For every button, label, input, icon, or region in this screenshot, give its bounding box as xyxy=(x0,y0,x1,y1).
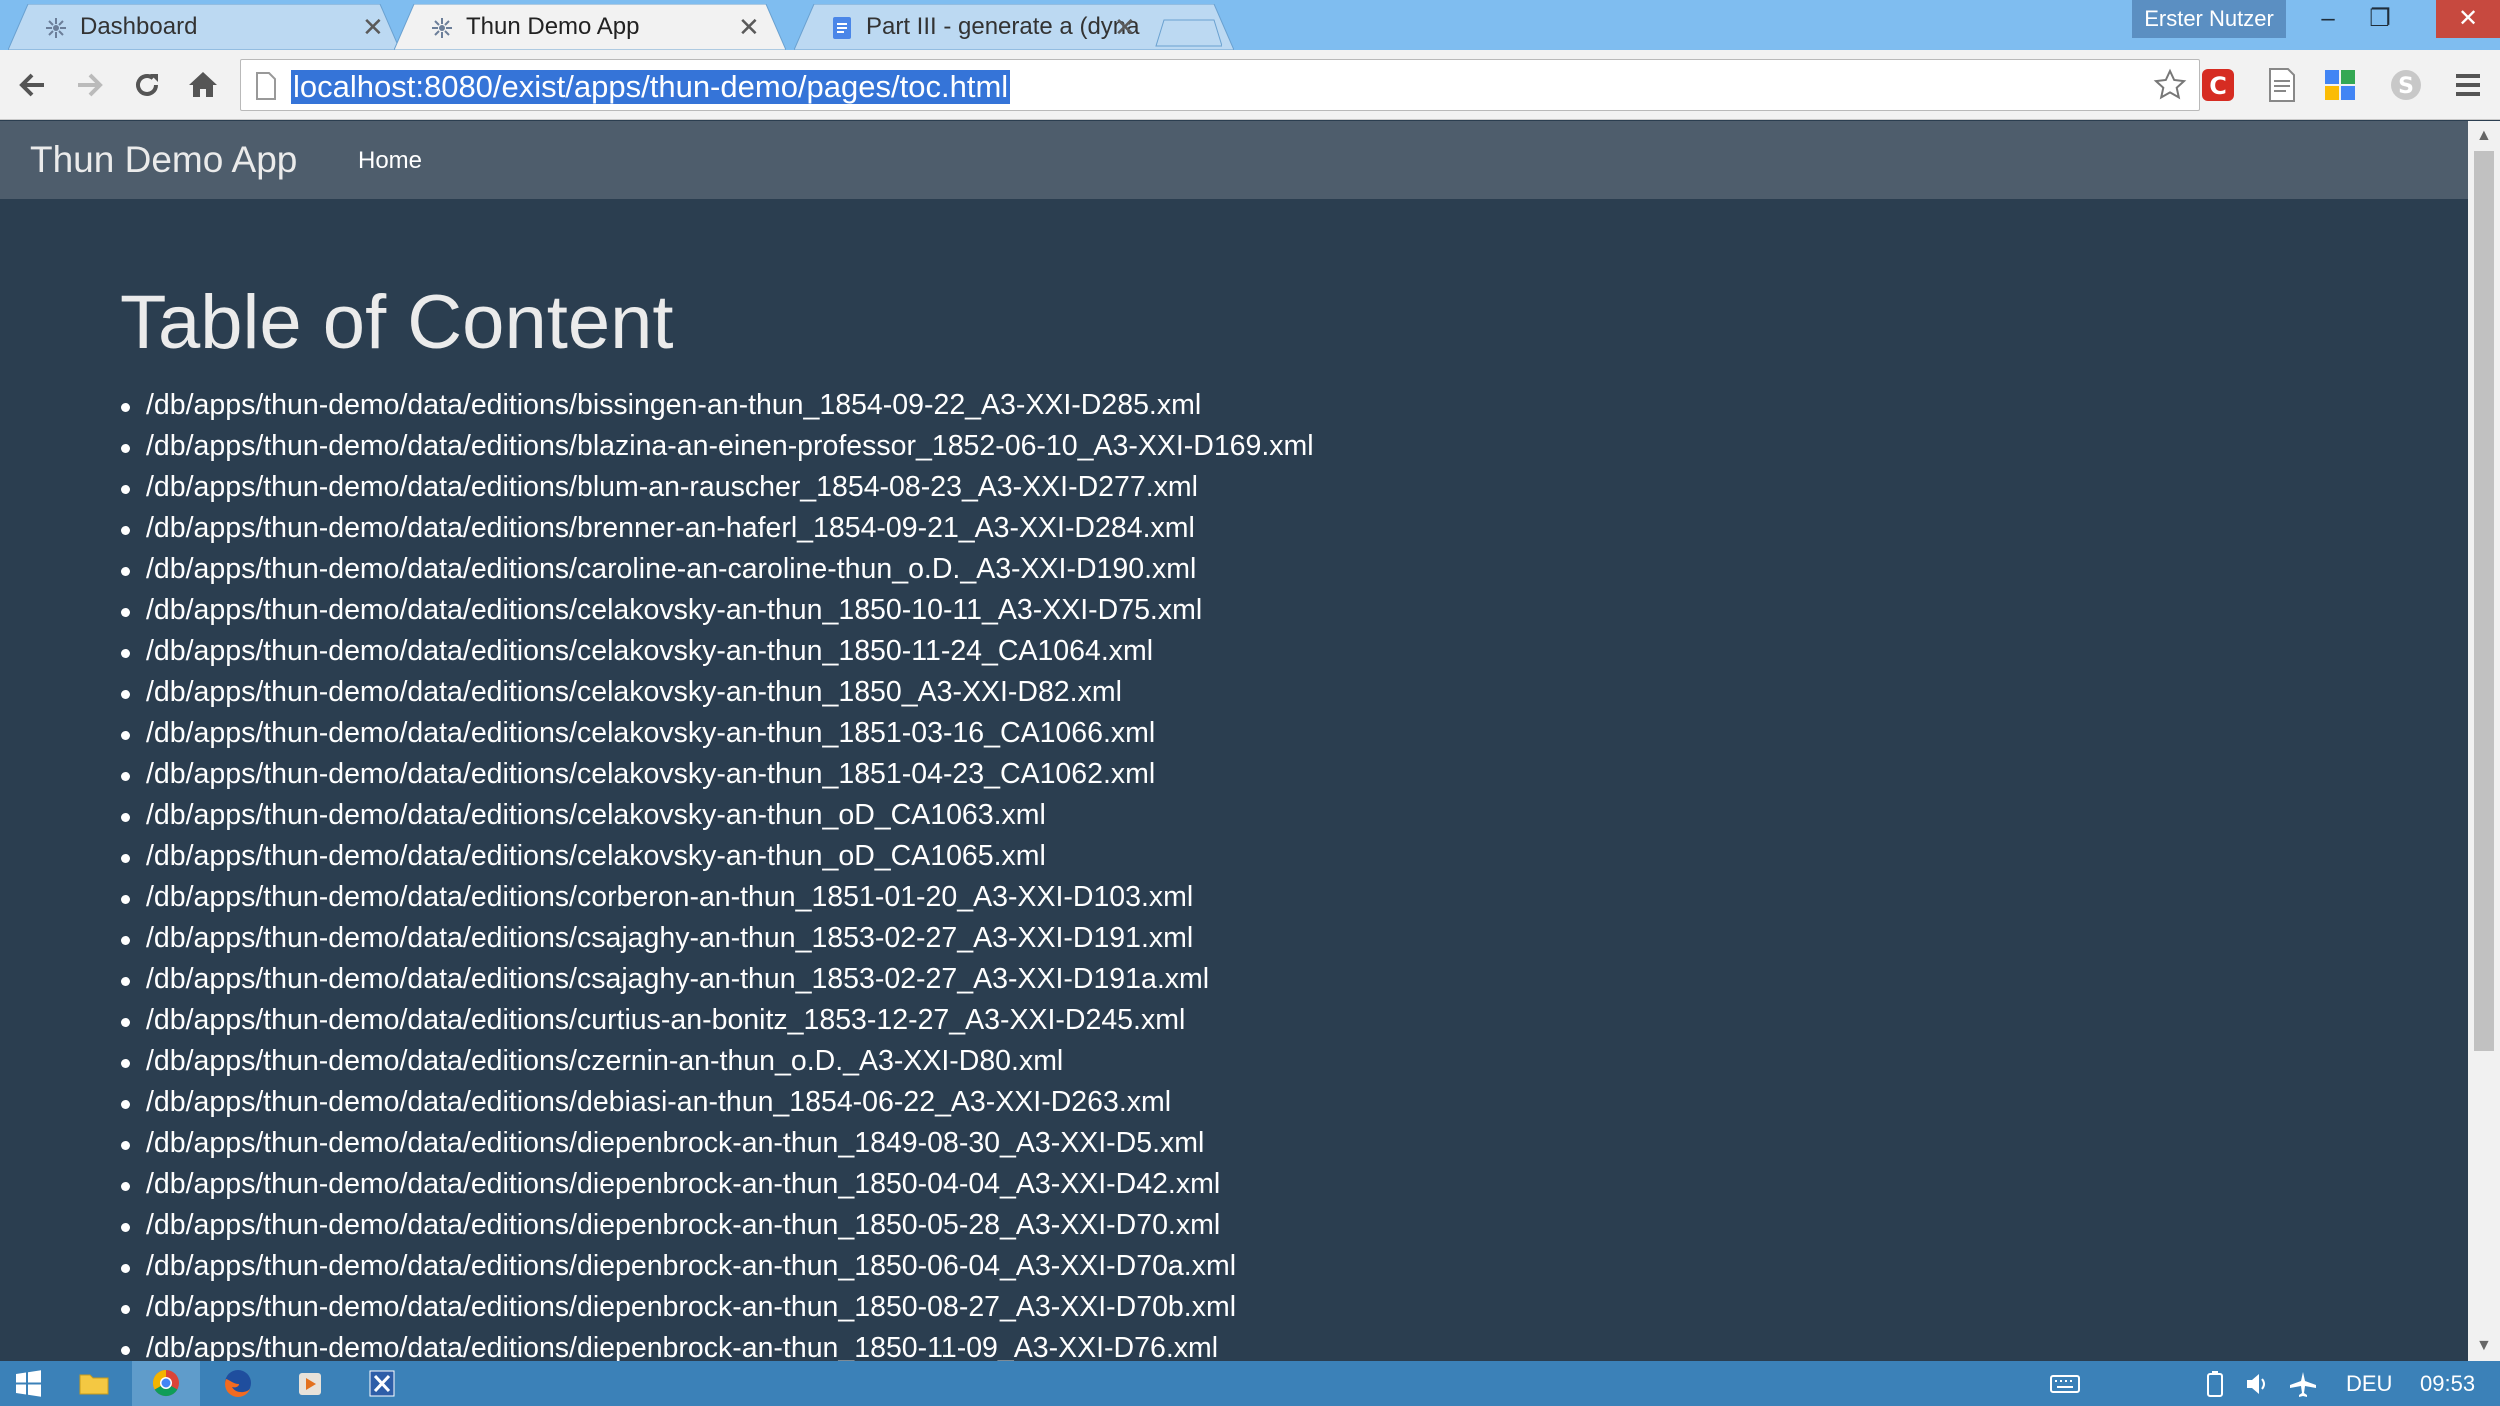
close-window-button[interactable]: ✕ xyxy=(2436,0,2500,38)
reload-button[interactable] xyxy=(128,66,166,104)
volume-icon[interactable] xyxy=(2244,1371,2270,1397)
browser-toolbar: localhost:8080/exist/apps/thun-demo/page… xyxy=(0,50,2500,120)
home-button[interactable] xyxy=(184,66,222,104)
exist-db-icon xyxy=(430,16,454,40)
forward-arrow-icon xyxy=(78,73,103,97)
page-extension-icon[interactable] xyxy=(2264,67,2300,103)
airplane-mode-icon[interactable] xyxy=(2288,1371,2318,1397)
svg-text:C: C xyxy=(2209,72,2227,100)
windows-taskbar: DEU 09:53 xyxy=(0,1361,2500,1406)
keyboard-icon[interactable] xyxy=(2050,1375,2080,1393)
list-item: /db/apps/thun-demo/data/editions/celakov… xyxy=(121,754,1314,795)
scroll-thumb[interactable] xyxy=(2474,151,2494,1051)
new-tab-button[interactable] xyxy=(1150,4,1222,50)
brand-link[interactable]: Thun Demo App xyxy=(30,139,297,181)
url-text[interactable]: localhost:8080/exist/apps/thun-demo/page… xyxy=(291,70,1011,104)
file-explorer-icon[interactable] xyxy=(60,1361,128,1406)
browser-titlebar: Dashboard ✕ Part III - generate a (dyna … xyxy=(0,0,2500,50)
tab-dashboard[interactable]: Dashboard ✕ xyxy=(8,4,400,50)
close-tab-icon[interactable]: ✕ xyxy=(362,14,384,40)
scroll-up-arrow-icon[interactable]: ▲ xyxy=(2476,127,2492,145)
list-item: /db/apps/thun-demo/data/editions/celakov… xyxy=(121,631,1314,672)
list-item: /db/apps/thun-demo/data/editions/diepenb… xyxy=(121,1287,1314,1328)
svg-text:S: S xyxy=(2398,74,2414,99)
list-item: /db/apps/thun-demo/data/editions/diepenb… xyxy=(121,1164,1314,1205)
nav-home-link[interactable]: Home xyxy=(358,147,422,175)
home-icon xyxy=(189,72,217,97)
media-player-icon[interactable] xyxy=(276,1361,344,1406)
chrome-menu-icon[interactable] xyxy=(2450,67,2486,103)
exist-db-icon xyxy=(44,16,68,40)
back-arrow-icon xyxy=(19,73,44,97)
tab-title: Thun Demo App xyxy=(466,13,640,40)
list-item: /db/apps/thun-demo/data/editions/csajagh… xyxy=(121,959,1314,1000)
scroll-down-arrow-icon[interactable]: ▼ xyxy=(2476,1337,2492,1355)
list-item: /db/apps/thun-demo/data/editions/blum-an… xyxy=(121,467,1314,508)
list-item: /db/apps/thun-demo/data/editions/blazina… xyxy=(121,426,1314,467)
page-title: Table of Content xyxy=(120,280,674,365)
list-item: /db/apps/thun-demo/data/editions/czernin… xyxy=(121,1041,1314,1082)
back-button[interactable] xyxy=(14,66,52,104)
forward-button[interactable] xyxy=(70,66,108,104)
profile-button[interactable]: Erster Nutzer xyxy=(2132,0,2286,38)
list-item: /db/apps/thun-demo/data/editions/celakov… xyxy=(121,795,1314,836)
list-item: /db/apps/thun-demo/data/editions/diepenb… xyxy=(121,1328,1314,1361)
list-item: /db/apps/thun-demo/data/editions/corbero… xyxy=(121,877,1314,918)
list-item: /db/apps/thun-demo/data/editions/celakov… xyxy=(121,836,1314,877)
list-item: /db/apps/thun-demo/data/editions/curtius… xyxy=(121,1000,1314,1041)
app-navbar: Thun Demo App Home xyxy=(0,121,2468,199)
list-item: /db/apps/thun-demo/data/editions/celakov… xyxy=(121,713,1314,754)
c-extension-icon[interactable]: C xyxy=(2200,67,2236,103)
restore-button[interactable]: ❐ xyxy=(2348,0,2412,38)
firefox-icon[interactable] xyxy=(204,1361,272,1406)
language-indicator[interactable]: DEU xyxy=(2346,1371,2392,1397)
page-icon xyxy=(256,72,276,100)
tab-thun-demo-app[interactable]: Thun Demo App ✕ xyxy=(394,4,786,50)
xml-editor-icon[interactable] xyxy=(348,1361,416,1406)
list-item: /db/apps/thun-demo/data/editions/diepenb… xyxy=(121,1205,1314,1246)
list-item: /db/apps/thun-demo/data/editions/celakov… xyxy=(121,590,1314,631)
skype-extension-icon[interactable]: S xyxy=(2388,67,2424,103)
list-item: /db/apps/thun-demo/data/editions/csajagh… xyxy=(121,918,1314,959)
chrome-icon[interactable] xyxy=(132,1361,200,1406)
battery-icon[interactable] xyxy=(2206,1371,2224,1397)
tab-title: Dashboard xyxy=(80,13,198,40)
address-bar[interactable]: localhost:8080/exist/apps/thun-demo/page… xyxy=(240,59,2200,111)
list-item: /db/apps/thun-demo/data/editions/carolin… xyxy=(121,549,1314,590)
new-tab-shape xyxy=(1155,19,1222,47)
clock[interactable]: 09:53 xyxy=(2420,1371,2475,1397)
page-content: Table of Content /db/apps/thun-demo/data… xyxy=(0,199,2468,1361)
list-item: /db/apps/thun-demo/data/editions/diepenb… xyxy=(121,1123,1314,1164)
close-tab-icon[interactable]: ✕ xyxy=(1114,14,1136,40)
toc-list: /db/apps/thun-demo/data/editions/bissing… xyxy=(121,385,1314,1361)
windows-start-icon[interactable] xyxy=(0,1361,56,1406)
google-docs-icon xyxy=(830,16,854,40)
list-item: /db/apps/thun-demo/data/editions/bissing… xyxy=(121,385,1314,426)
list-item: /db/apps/thun-demo/data/editions/debiasi… xyxy=(121,1082,1314,1123)
puzzle-extension-icon[interactable] xyxy=(2322,67,2358,103)
close-tab-icon[interactable]: ✕ xyxy=(738,14,760,40)
list-item: /db/apps/thun-demo/data/editions/celakov… xyxy=(121,672,1314,713)
reload-icon xyxy=(136,74,158,96)
list-item: /db/apps/thun-demo/data/editions/diepenb… xyxy=(121,1246,1314,1287)
page-scrollbar[interactable]: ▲ ▼ xyxy=(2468,121,2500,1361)
list-item: /db/apps/thun-demo/data/editions/brenner… xyxy=(121,508,1314,549)
bookmark-star-icon[interactable] xyxy=(2153,68,2187,102)
